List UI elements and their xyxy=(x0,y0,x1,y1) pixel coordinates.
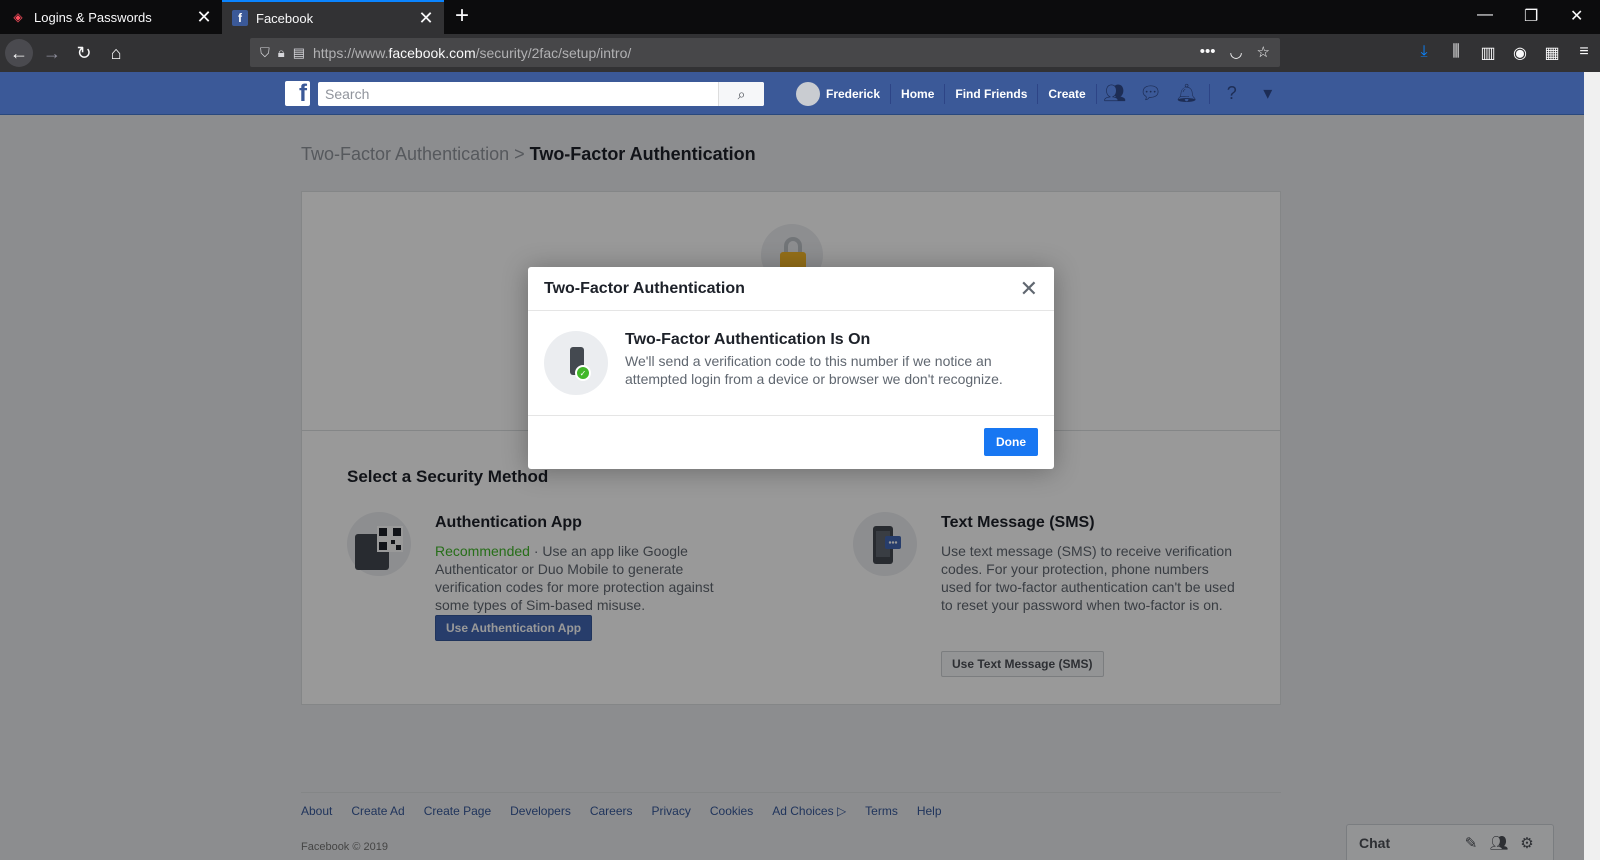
reload-button[interactable]: ↻ xyxy=(70,39,98,67)
close-tab-icon[interactable]: ✕ xyxy=(196,7,212,28)
sidebar-icon[interactable]: ▥ xyxy=(1472,43,1504,63)
minimize-icon[interactable]: — xyxy=(1477,6,1493,24)
tab-facebook[interactable]: f Facebook ✕ xyxy=(222,0,444,34)
library-icon[interactable]: ⫼ xyxy=(1440,43,1472,63)
dialog-header: Two-Factor Authentication ✕ xyxy=(528,267,1054,311)
done-button[interactable]: Done xyxy=(984,428,1038,456)
dialog-body: ✓ Two-Factor Authentication Is On We'll … xyxy=(528,311,1054,416)
pocket-icon[interactable]: ◡ xyxy=(1229,43,1242,61)
bookmark-star-icon[interactable]: ☆ xyxy=(1257,43,1270,61)
new-tab-button[interactable]: + xyxy=(455,2,469,30)
close-icon[interactable]: ✕ xyxy=(1020,277,1038,300)
more-icon[interactable]: ••• xyxy=(1200,43,1216,61)
url-bar[interactable]: ⛉ 🔒︎ ▤ https://www.facebook.com/security… xyxy=(250,38,1280,67)
browser-toolbar: ← → ↻ ⌂ ⛉ 🔒︎ ▤ https://www.facebook.com/… xyxy=(0,34,1600,72)
two-factor-dialog: Two-Factor Authentication ✕ ✓ Two-Factor… xyxy=(528,267,1054,469)
header-overlay xyxy=(0,72,1584,115)
dialog-footer: Done xyxy=(528,416,1054,468)
dialog-text: We'll send a verification code to this n… xyxy=(625,353,1003,387)
phone-verified-icon: ✓ xyxy=(544,331,608,395)
permissions-icon[interactable]: ▤ xyxy=(293,45,305,61)
forward-button[interactable]: → xyxy=(38,39,66,67)
dialog-heading: Two-Factor Authentication Is On xyxy=(625,331,871,348)
tab-logins-passwords[interactable]: ◈ Logins & Passwords ✕ xyxy=(0,0,222,34)
extensions-icon[interactable]: ▦ xyxy=(1536,43,1568,63)
home-button[interactable]: ⌂ xyxy=(102,39,130,67)
restore-icon[interactable]: ❐ xyxy=(1524,6,1538,26)
account-icon[interactable]: ◉ xyxy=(1504,43,1536,63)
facebook-icon: f xyxy=(232,10,248,26)
page-scrollbar[interactable] xyxy=(1584,72,1600,860)
tab-title: Logins & Passwords xyxy=(34,9,152,25)
back-button[interactable]: ← xyxy=(5,39,33,67)
lock-icon[interactable]: 🔒︎ xyxy=(278,45,285,61)
browser-tab-bar: ◈ Logins & Passwords ✕ f Facebook ✕ + — … xyxy=(0,0,1600,34)
url-text[interactable]: https://www.facebook.com/security/2fac/s… xyxy=(313,45,631,61)
close-tab-icon[interactable]: ✕ xyxy=(418,8,434,29)
window-close-icon[interactable]: ✕ xyxy=(1570,6,1583,26)
dialog-title: Two-Factor Authentication xyxy=(544,279,745,297)
download-icon[interactable]: ⤓ xyxy=(1408,43,1440,63)
shield-icon[interactable]: ⛉ xyxy=(260,45,270,61)
menu-icon[interactable]: ≡ xyxy=(1568,43,1600,63)
lockwise-icon: ◈ xyxy=(13,10,23,24)
tab-title: Facebook xyxy=(256,10,314,26)
